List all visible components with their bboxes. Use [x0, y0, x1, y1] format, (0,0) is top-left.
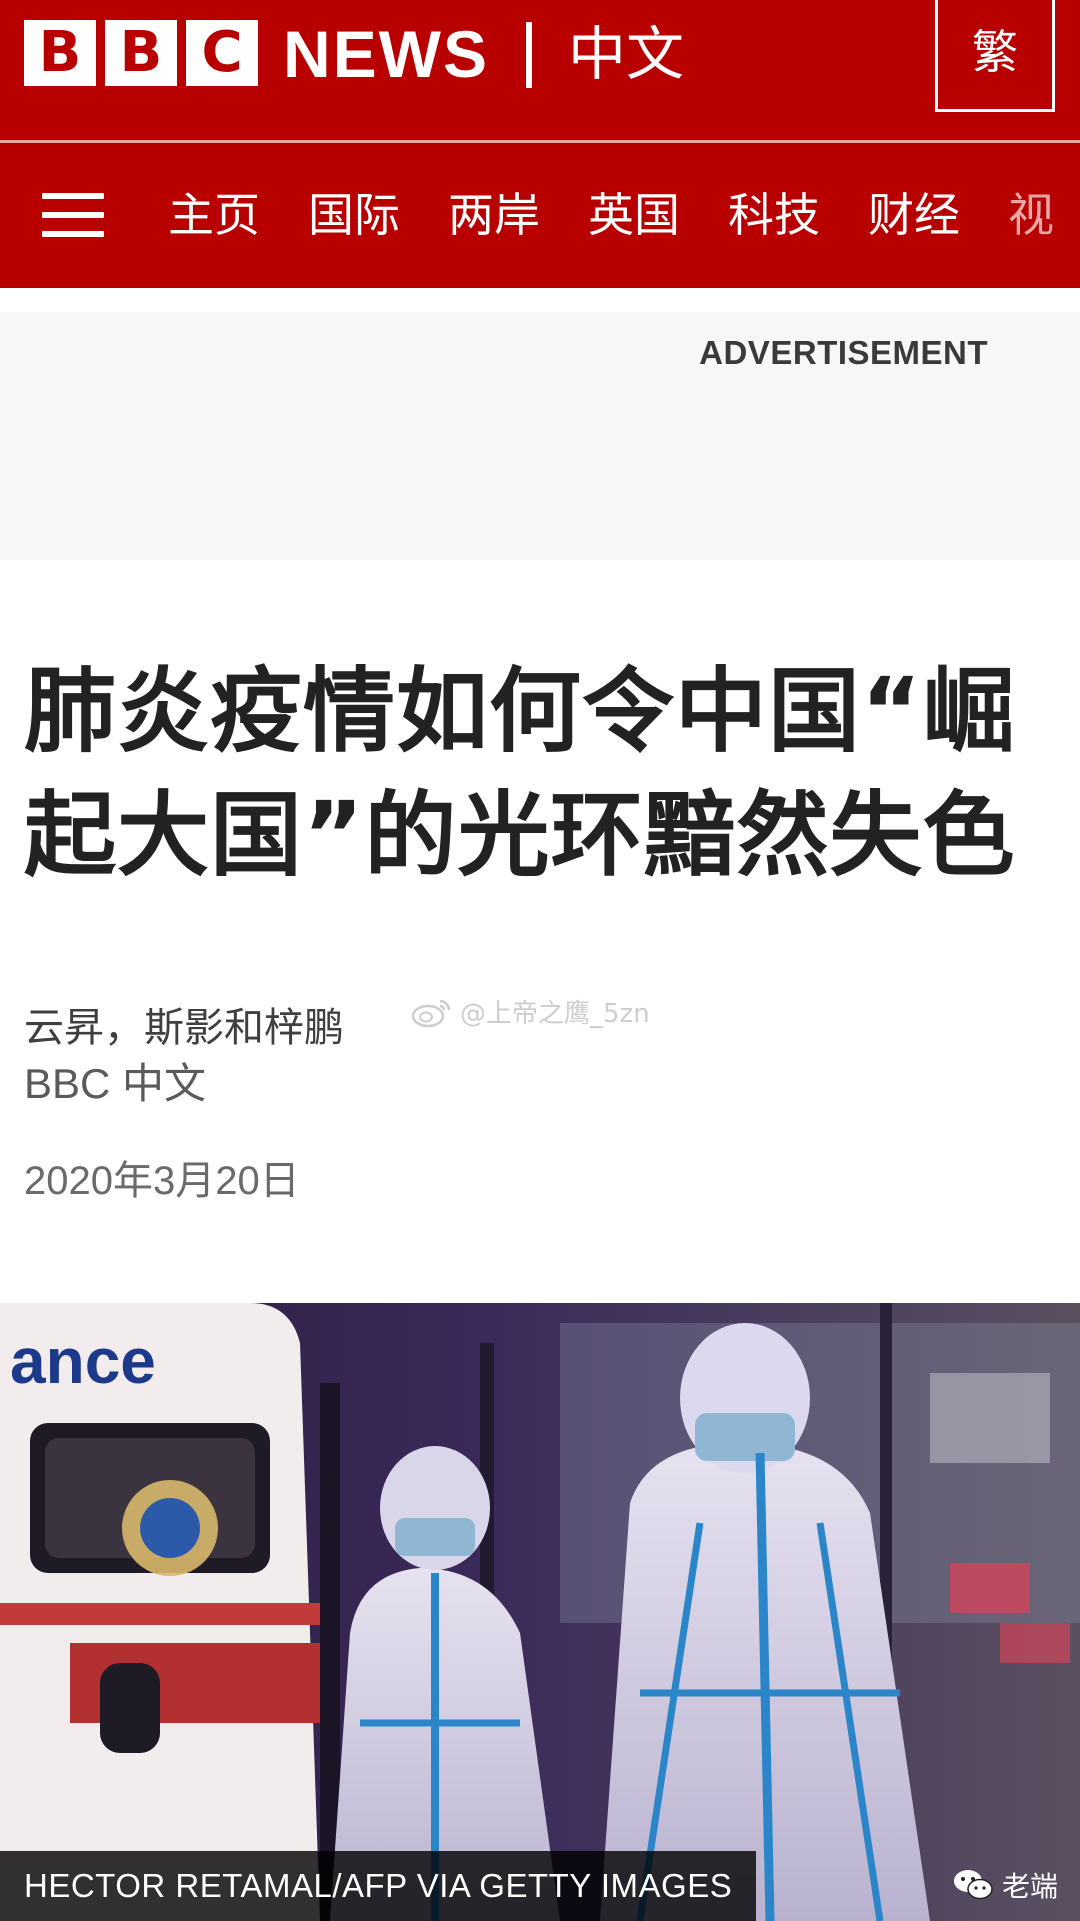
byline-source: BBC 中文 [24, 1060, 207, 1107]
hero-photo-illustration: ance [0, 1303, 1080, 1921]
byline-authors: 云昇，斯影和梓鹏 [24, 1005, 344, 1051]
watermark-handle: @上帝之鹰_5zn [460, 999, 650, 1029]
nav-item-international[interactable]: 国际 [308, 185, 400, 245]
hero-photo[interactable]: ance HECTOR RETAMAL/AFP VIA GETTY IMAGES… [0, 1303, 1080, 1921]
weibo-watermark: @上帝之鹰_5zn [410, 993, 650, 1030]
photo-credit: HECTOR RETAMAL/AFP VIA GETTY IMAGES [0, 1851, 757, 1921]
logo-divider [526, 22, 532, 88]
ambulance-lettering: ance [10, 1325, 156, 1397]
nav-item-cross-strait[interactable]: 两岸 [448, 185, 540, 245]
advertisement-slot[interactable]: ADVERTISEMENT [0, 312, 1080, 560]
bbc-logo-block: B [24, 20, 96, 86]
weibo-icon [411, 999, 451, 1027]
language-wordmark[interactable]: 中文 [568, 18, 684, 90]
nav-items: 主页 国际 两岸 英国 科技 财经 视 [168, 185, 1054, 245]
bbc-logo[interactable]: B B C [24, 20, 258, 86]
publish-date: 2020年3月20日 [24, 1159, 300, 1203]
advertisement-label: ADVERTISEMENT [699, 334, 988, 371]
hamburger-menu-icon[interactable] [42, 193, 104, 237]
bbc-logo-block: C [186, 20, 258, 86]
section-nav: 主页 国际 两岸 英国 科技 财经 视 [0, 143, 1080, 288]
wechat-watermark: 老端 [952, 1865, 1058, 1905]
traditional-chinese-toggle[interactable]: 繁 [935, 0, 1055, 112]
masthead: B B C NEWS 中文 繁 [0, 0, 1080, 143]
nav-item-uk[interactable]: 英国 [588, 185, 680, 245]
wechat-icon [953, 1870, 993, 1900]
nav-item-home[interactable]: 主页 [168, 185, 260, 245]
nav-item-video[interactable]: 视 [1008, 185, 1054, 245]
nav-item-tech[interactable]: 科技 [728, 185, 820, 245]
nav-item-finance[interactable]: 财经 [868, 185, 960, 245]
article-headline: 肺炎疫情如何令中国“崛起大国”的光环黯然失色 [24, 658, 1016, 889]
wechat-label: 老端 [1001, 1870, 1058, 1903]
bbc-logo-block: B [105, 20, 177, 86]
news-wordmark[interactable]: NEWS [283, 18, 489, 90]
